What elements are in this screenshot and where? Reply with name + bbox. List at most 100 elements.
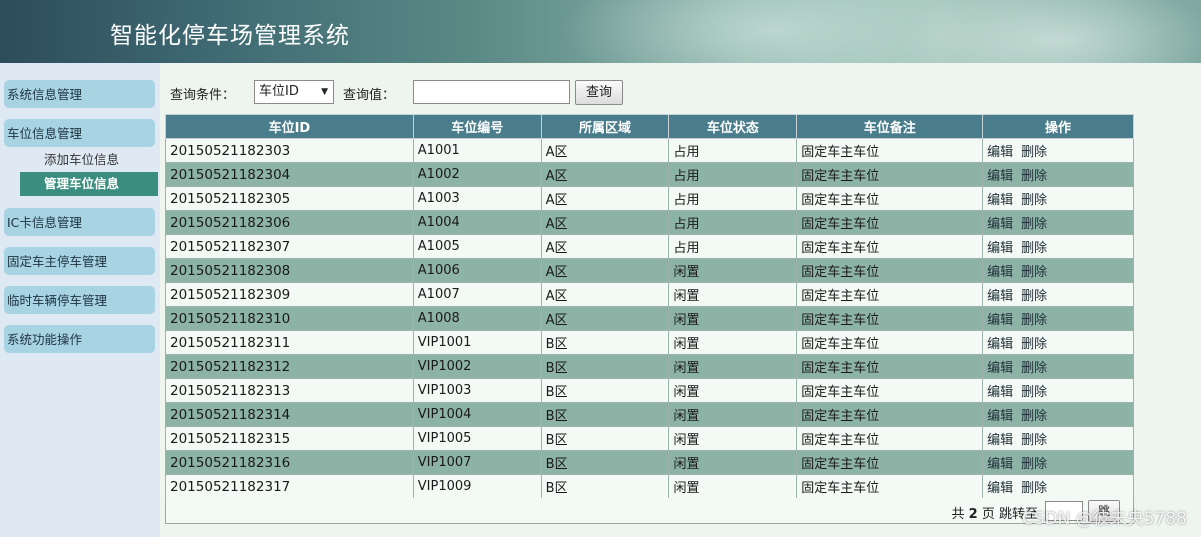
sidebar-item-system-functions[interactable]: 系统功能操作 xyxy=(4,325,155,353)
cell-space-id: 20150521182312 xyxy=(165,354,414,379)
cell-space-id: 20150521182307 xyxy=(165,234,414,259)
cell-space-number: A1002 xyxy=(412,162,542,187)
sidebar-subitem-add-space[interactable]: 添加车位信息 xyxy=(20,148,158,172)
sidebar-item-parking-space-info[interactable]: 车位信息管理 xyxy=(4,119,155,147)
cell-status: 闲置 xyxy=(668,450,798,475)
table-row: 20150521182312 VIP1002 B区 闲置 固定车主车位 编辑 删除 xyxy=(165,354,1134,379)
cell-space-number: A1006 xyxy=(412,258,542,283)
edit-link[interactable]: 编辑 xyxy=(987,481,1013,496)
column-header-status: 车位状态 xyxy=(668,114,798,139)
cell-space-number: VIP1003 xyxy=(412,378,542,403)
column-header-space-id: 车位ID xyxy=(165,114,414,139)
cell-space-id: 20150521182316 xyxy=(165,450,414,475)
cell-area: B区 xyxy=(540,402,670,427)
edit-link[interactable]: 编辑 xyxy=(987,193,1013,208)
sidebar-item-system-info[interactable]: 系统信息管理 xyxy=(4,80,155,108)
cell-area: A区 xyxy=(540,138,670,163)
delete-link[interactable]: 删除 xyxy=(1021,313,1047,328)
cell-space-id: 20150521182305 xyxy=(165,186,414,211)
edit-link[interactable]: 编辑 xyxy=(987,217,1013,232)
cell-status: 占用 xyxy=(668,186,798,211)
edit-link[interactable]: 编辑 xyxy=(987,169,1013,184)
cell-status: 闲置 xyxy=(668,426,798,451)
cell-status: 闲置 xyxy=(668,378,798,403)
cell-space-number: VIP1005 xyxy=(412,426,542,451)
table-row: 20150521182307 A1005 A区 占用 固定车主车位 编辑 删除 xyxy=(165,234,1134,259)
cell-space-number: VIP1007 xyxy=(412,450,542,475)
value-label: 查询值： xyxy=(343,88,396,103)
delete-link[interactable]: 删除 xyxy=(1021,217,1047,232)
delete-link[interactable]: 删除 xyxy=(1021,265,1047,280)
edit-link[interactable]: 编辑 xyxy=(987,457,1013,472)
cell-remark: 固定车主车位 xyxy=(796,210,984,235)
cell-status: 闲置 xyxy=(668,258,798,283)
delete-link[interactable]: 删除 xyxy=(1021,481,1047,496)
search-button[interactable]: 查询 xyxy=(575,80,623,105)
delete-link[interactable]: 删除 xyxy=(1021,409,1047,424)
cell-area: A区 xyxy=(540,258,670,283)
cell-actions: 编辑 删除 xyxy=(982,450,1134,475)
delete-link[interactable]: 删除 xyxy=(1021,457,1047,472)
table-row: 20150521182305 A1003 A区 占用 固定车主车位 编辑 删除 xyxy=(165,186,1134,211)
cell-remark: 固定车主车位 xyxy=(796,282,984,307)
delete-link[interactable]: 删除 xyxy=(1021,241,1047,256)
delete-link[interactable]: 删除 xyxy=(1021,169,1047,184)
edit-link[interactable]: 编辑 xyxy=(987,409,1013,424)
cell-remark: 固定车主车位 xyxy=(796,258,984,283)
cell-area: A区 xyxy=(540,186,670,211)
column-header-area: 所属区域 xyxy=(540,114,670,139)
cell-remark: 固定车主车位 xyxy=(796,330,984,355)
edit-link[interactable]: 编辑 xyxy=(987,313,1013,328)
delete-link[interactable]: 删除 xyxy=(1021,193,1047,208)
delete-link[interactable]: 删除 xyxy=(1021,337,1047,352)
cell-space-number: VIP1009 xyxy=(412,474,542,499)
condition-select[interactable]: 车位ID ▼ xyxy=(254,80,334,104)
pagination-prefix: 共 xyxy=(951,507,965,522)
parking-space-table: 车位ID 车位编号 所属区域 车位状态 车位备注 操作 201505211823… xyxy=(165,114,1134,499)
cell-remark: 固定车主车位 xyxy=(796,306,984,331)
cell-space-number: VIP1001 xyxy=(412,330,542,355)
cell-area: B区 xyxy=(540,378,670,403)
app-title: 智能化停车场管理系统 xyxy=(110,23,350,49)
table-row: 20150521182316 VIP1007 B区 闲置 固定车主车位 编辑 删除 xyxy=(165,450,1134,475)
cell-actions: 编辑 删除 xyxy=(982,186,1134,211)
edit-link[interactable]: 编辑 xyxy=(987,337,1013,352)
table-row: 20150521182315 VIP1005 B区 闲置 固定车主车位 编辑 删除 xyxy=(165,426,1134,451)
edit-link[interactable]: 编辑 xyxy=(987,265,1013,280)
cell-space-number: A1003 xyxy=(412,186,542,211)
cell-area: B区 xyxy=(540,354,670,379)
cell-status: 闲置 xyxy=(668,330,798,355)
delete-link[interactable]: 删除 xyxy=(1021,433,1047,448)
delete-link[interactable]: 删除 xyxy=(1021,385,1047,400)
column-header-actions: 操作 xyxy=(982,114,1134,139)
search-value-input[interactable] xyxy=(413,80,570,104)
sidebar-item-temporary-vehicle[interactable]: 临时车辆停车管理 xyxy=(4,286,155,314)
edit-link[interactable]: 编辑 xyxy=(987,433,1013,448)
delete-link[interactable]: 删除 xyxy=(1021,145,1047,160)
delete-link[interactable]: 删除 xyxy=(1021,361,1047,376)
edit-link[interactable]: 编辑 xyxy=(987,289,1013,304)
cell-area: A区 xyxy=(540,162,670,187)
cell-remark: 固定车主车位 xyxy=(796,354,984,379)
edit-link[interactable]: 编辑 xyxy=(987,145,1013,160)
header-decoration xyxy=(900,0,1201,63)
sidebar-item-ic-card[interactable]: IC卡信息管理 xyxy=(4,208,155,236)
edit-link[interactable]: 编辑 xyxy=(987,241,1013,256)
sidebar-subitem-manage-space[interactable]: 管理车位信息 xyxy=(20,172,158,196)
edit-link[interactable]: 编辑 xyxy=(987,361,1013,376)
condition-label: 查询条件： xyxy=(170,88,236,103)
cell-status: 闲置 xyxy=(668,306,798,331)
cell-area: A区 xyxy=(540,234,670,259)
cell-remark: 固定车主车位 xyxy=(796,138,984,163)
dropdown-arrow-icon: ▼ xyxy=(321,87,328,97)
cell-space-number: A1008 xyxy=(412,306,542,331)
cell-status: 占用 xyxy=(668,162,798,187)
sidebar-item-fixed-owner[interactable]: 固定车主停车管理 xyxy=(4,247,155,275)
cell-space-id: 20150521182308 xyxy=(165,258,414,283)
cell-space-id: 20150521182313 xyxy=(165,378,414,403)
table-row: 20150521182306 A1004 A区 占用 固定车主车位 编辑 删除 xyxy=(165,210,1134,235)
edit-link[interactable]: 编辑 xyxy=(987,385,1013,400)
cell-actions: 编辑 删除 xyxy=(982,378,1134,403)
pagination-total-pages: 2 xyxy=(968,507,978,522)
delete-link[interactable]: 删除 xyxy=(1021,289,1047,304)
